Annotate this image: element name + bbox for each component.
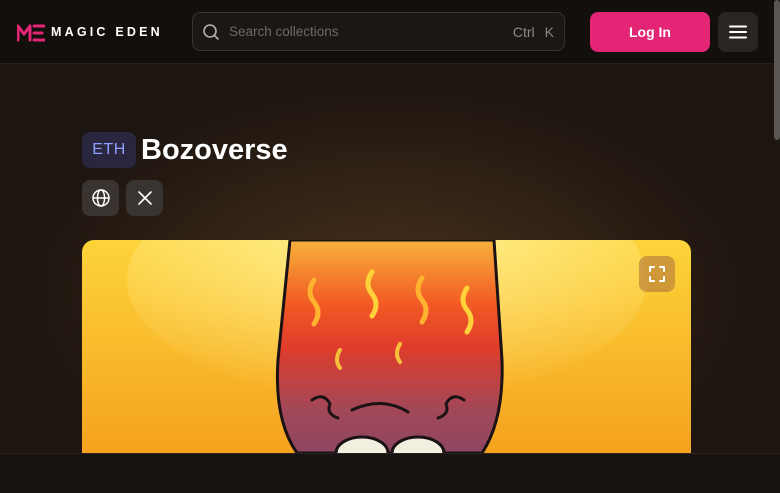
expand-icon <box>649 266 665 282</box>
expand-banner-button[interactable] <box>639 256 675 292</box>
hamburger-menu-icon <box>729 25 747 39</box>
menu-button[interactable] <box>718 12 758 52</box>
logo-text: MAGIC EDEN <box>51 25 163 39</box>
bottom-bar <box>0 453 780 493</box>
login-button[interactable]: Log In <box>590 12 710 52</box>
magic-eden-logo[interactable]: MAGIC EDEN <box>17 22 163 42</box>
x-twitter-link[interactable] <box>126 180 163 216</box>
collection-title: Bozoverse <box>141 134 288 166</box>
x-twitter-icon <box>137 191 152 205</box>
magic-eden-logo-icon <box>17 24 45 42</box>
shortcut-key: K <box>544 23 554 40</box>
top-navigation-bar: MAGIC EDEN Ctrl K Log In <box>0 0 780 64</box>
globe-icon <box>91 189 110 207</box>
chain-badge: ETH <box>82 132 136 168</box>
bozo-artwork <box>82 240 691 453</box>
website-link[interactable] <box>82 180 119 216</box>
page-scrollbar[interactable] <box>774 0 780 140</box>
search-icon <box>203 23 219 40</box>
collection-banner-image <box>82 240 691 453</box>
search-input[interactable] <box>229 24 513 39</box>
search-bar[interactable]: Ctrl K <box>192 12 565 51</box>
shortcut-ctrl: Ctrl <box>512 23 535 40</box>
